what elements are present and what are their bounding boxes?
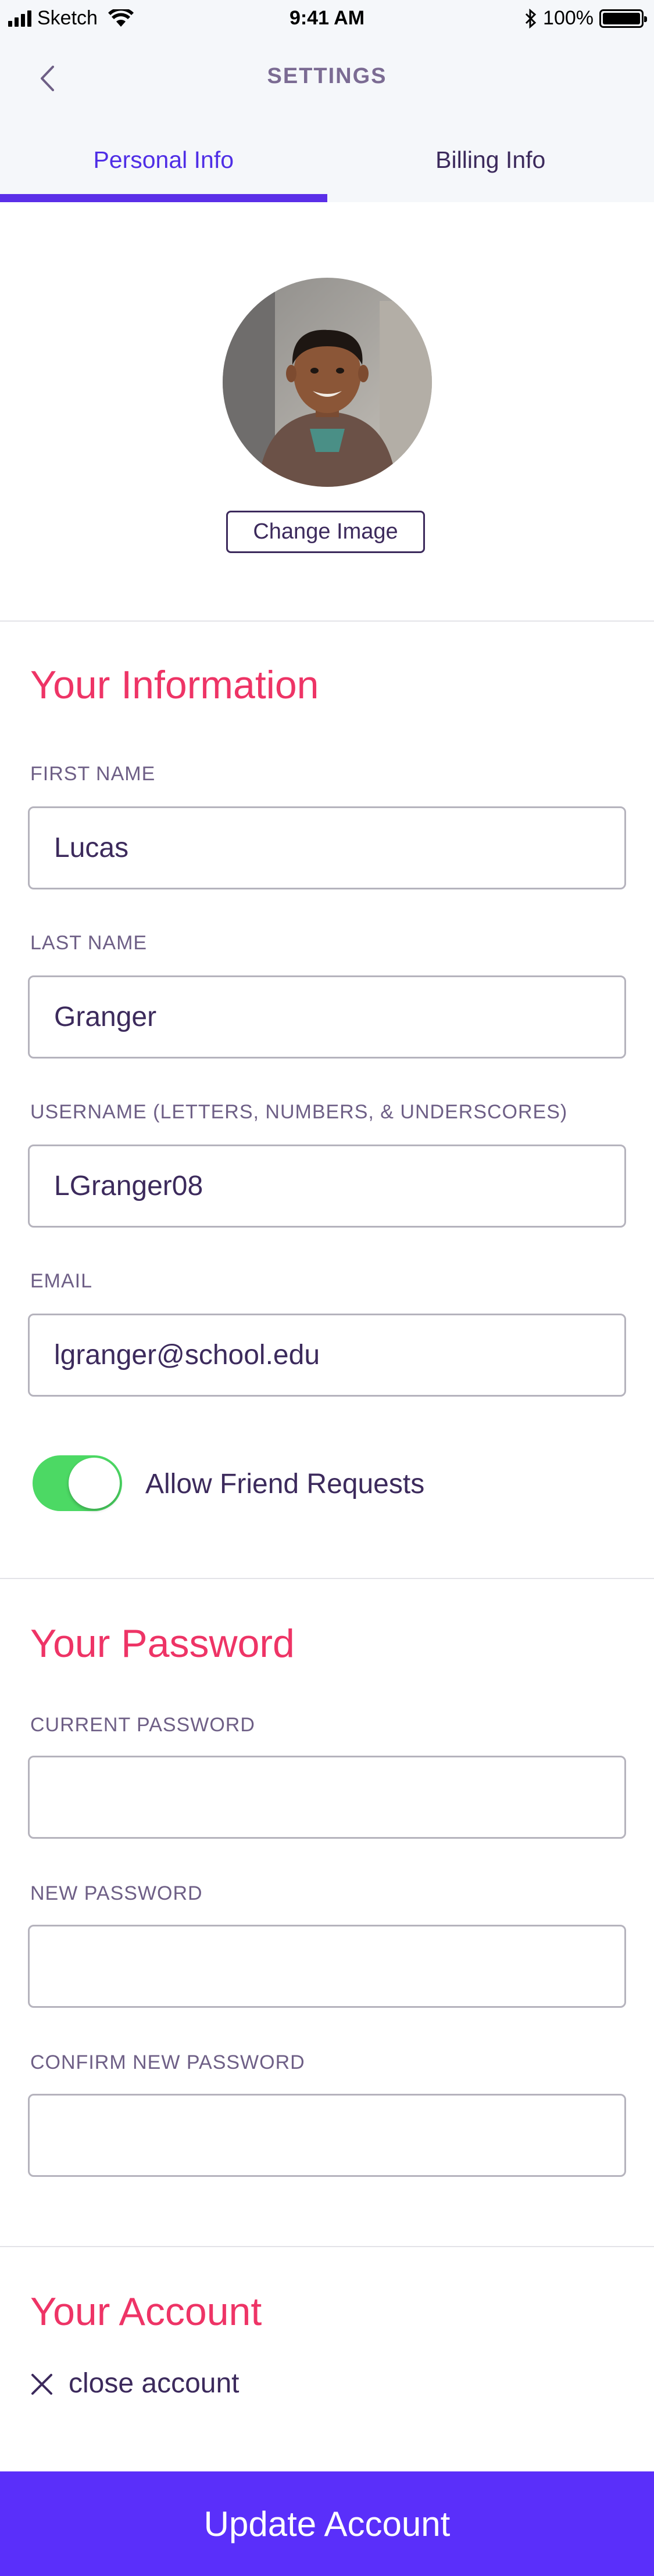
section-title-information: Your Information — [30, 663, 319, 707]
divider — [0, 1578, 654, 1579]
divider — [0, 620, 654, 622]
last-name-field[interactable]: Granger — [28, 975, 626, 1059]
username-label: USERNAME (LETTERS, NUMBERS, & UNDERSCORE… — [30, 1101, 568, 1123]
email-label: EMAIL — [30, 1270, 93, 1292]
section-title-account: Your Account — [30, 2290, 262, 2334]
nav-header: SETTINGS — [0, 35, 654, 122]
change-image-button[interactable]: Change Image — [226, 511, 425, 553]
close-icon[interactable] — [30, 2373, 53, 2396]
first-name-label: FIRST NAME — [30, 763, 156, 785]
tab-personal-info[interactable]: Personal Info — [0, 122, 327, 202]
email-field[interactable]: lgranger@school.edu — [28, 1314, 626, 1397]
battery-percent: 100% — [543, 7, 594, 29]
tab-billing-info[interactable]: Billing Info — [327, 122, 654, 202]
status-right: 100% — [524, 7, 647, 30]
divider — [0, 2246, 654, 2247]
close-account-link[interactable]: close account — [69, 2367, 240, 2399]
friend-requests-toggle[interactable] — [33, 1455, 122, 1511]
bluetooth-icon — [525, 8, 537, 28]
confirm-password-field[interactable] — [28, 2094, 626, 2177]
toggle-knob — [69, 1458, 120, 1509]
page-title: SETTINGS — [267, 64, 387, 88]
battery-icon — [599, 9, 647, 28]
confirm-password-label: CONFIRM NEW PASSWORD — [30, 2051, 305, 2073]
current-password-label: CURRENT PASSWORD — [30, 1714, 255, 1736]
username-field[interactable]: LGranger08 — [28, 1145, 626, 1228]
friend-requests-label: Allow Friend Requests — [145, 1469, 425, 1499]
new-password-label: NEW PASSWORD — [30, 1882, 203, 1904]
tab-bar: Personal Info Billing Info — [0, 122, 654, 202]
avatar — [223, 278, 432, 487]
last-name-label: LAST NAME — [30, 932, 148, 954]
status-bar: Sketch 9:41 AM 100% — [0, 0, 654, 35]
new-password-field[interactable] — [28, 1925, 626, 2008]
update-account-button[interactable]: Update Account — [0, 2471, 654, 2576]
first-name-field[interactable]: Lucas — [28, 806, 626, 889]
current-password-field[interactable] — [28, 1756, 626, 1839]
section-title-password: Your Password — [30, 1621, 295, 1666]
